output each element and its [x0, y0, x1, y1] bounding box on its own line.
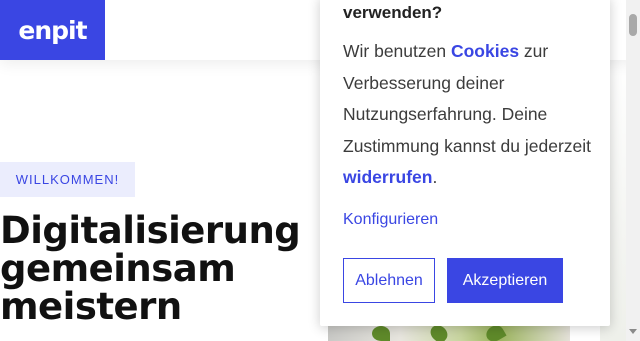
accept-button[interactable]: Akzeptieren — [447, 258, 563, 303]
hero-title: Digitalisierung gemeinsam meistern — [0, 209, 301, 328]
cookie-dialog-title: verwenden? — [343, 3, 443, 22]
scrollbar-thumb[interactable] — [629, 14, 637, 36]
hero-title-line: Digitalisierung — [0, 209, 301, 252]
decline-button[interactable]: Ablehnen — [343, 258, 435, 303]
hero-title-line: meistern — [0, 285, 182, 328]
plant-leaf — [372, 326, 390, 341]
hero-title-line: gemeinsam — [0, 247, 236, 290]
scroll-down-icon[interactable] — [629, 329, 637, 334]
cookie-text-part: . — [432, 167, 438, 187]
page-scrollbar[interactable] — [626, 0, 640, 341]
cookie-text-part: Wir benutzen — [343, 41, 451, 61]
enpit-logo[interactable]: enpit — [0, 0, 105, 60]
cookies-link[interactable]: Cookies — [451, 41, 519, 61]
cookie-dialog-text: Wir benutzen Cookies zur Verbesserung de… — [343, 36, 593, 194]
welcome-badge: WILLKOMMEN! — [0, 162, 135, 197]
configure-link[interactable]: Konfigurieren — [343, 211, 438, 229]
logo-text: enpit — [18, 15, 87, 45]
revoke-link[interactable]: widerrufen — [343, 167, 432, 187]
cookie-consent-dialog: verwenden? Wir benutzen Cookies zur Verb… — [320, 0, 610, 326]
